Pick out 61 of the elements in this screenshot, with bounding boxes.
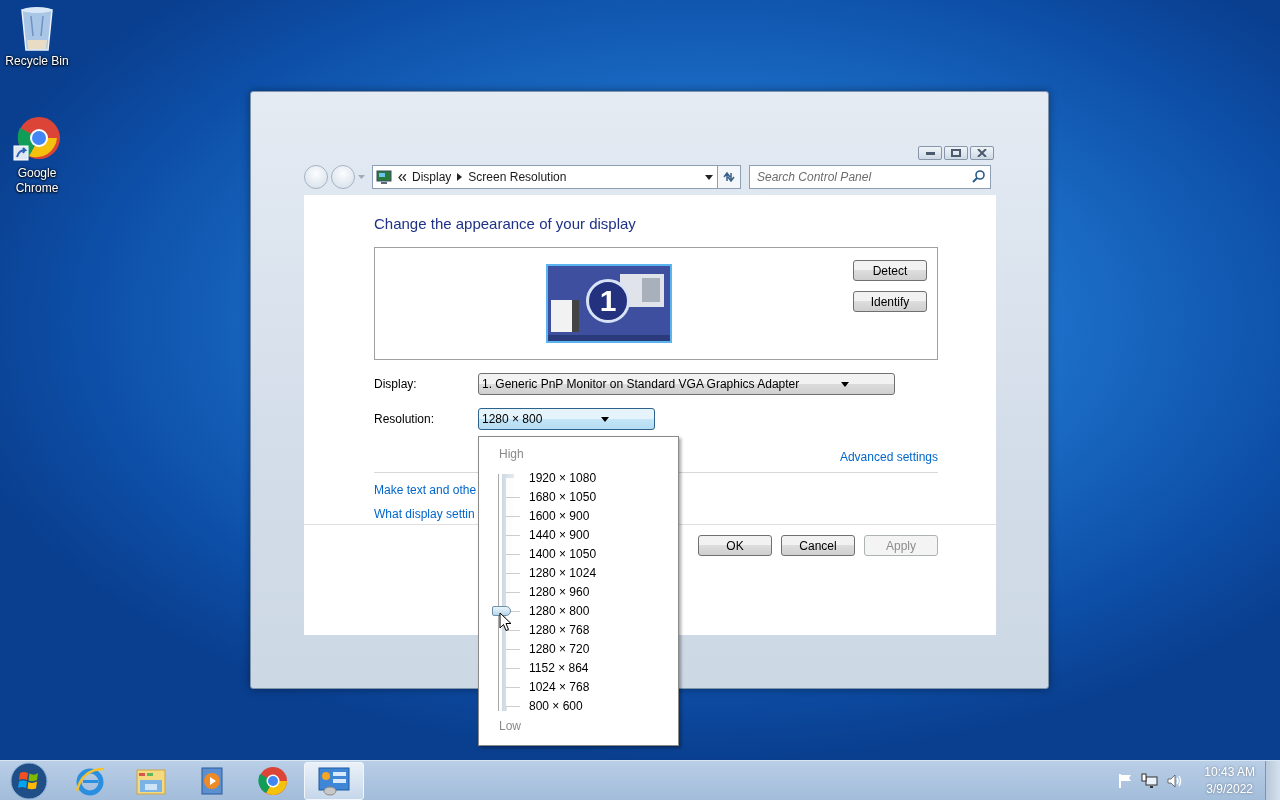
- refresh-button[interactable]: [718, 165, 741, 189]
- help-link[interactable]: Make text and othe: [374, 483, 477, 497]
- refresh-icon: [722, 171, 736, 183]
- recycle-bin-icon: [19, 6, 55, 52]
- maximize-icon: [951, 149, 961, 157]
- browser-icon: [257, 764, 289, 797]
- dropdown[interactable]: 1. Generic PnP Monitor on Standard VGA Graphics Adapter: [478, 373, 895, 395]
- caret-icon: [705, 174, 713, 180]
- close-icon: [977, 149, 987, 157]
- resolution-option[interactable]: 1400 × 1050: [529, 545, 597, 564]
- monitor-icon: [376, 169, 392, 185]
- play-icon: [199, 765, 225, 796]
- resolution-option[interactable]: 800 × 600: [529, 697, 597, 716]
- breadcrumb[interactable]: Screen Resolution: [468, 170, 567, 184]
- maximize-button[interactable]: [944, 146, 968, 160]
- search-field[interactable]: Search Control Panel: [749, 165, 991, 189]
- caret-icon: [358, 175, 365, 179]
- breadcrumb[interactable]: Display: [412, 170, 452, 184]
- advanced-settings-link[interactable]: Advanced settings: [839, 450, 938, 464]
- side-button[interactable]: Detect: [853, 260, 927, 281]
- resolution-option[interactable]: 1280 × 720: [529, 640, 597, 659]
- scale-label: High: [498, 446, 525, 463]
- resolution-slider[interactable]: 1920 × 1080 1680 × 1050 1600 × 900 1440 × 900 1400 × 1050 1280 × 1024 1280 × 960 1280 × 800 1280 × 768 1280 × 720 1152 × 864 1024 × 768 800 × 600: [479, 469, 678, 716]
- caret-icon: [601, 416, 609, 422]
- dropdown[interactable]: 1280 × 800: [478, 408, 655, 430]
- field-label: Resolution:: [374, 412, 436, 426]
- caret-icon: [841, 381, 849, 387]
- taskbar-button[interactable]: [304, 761, 364, 800]
- field-label: Display:: [374, 377, 418, 391]
- minimize-button[interactable]: [918, 146, 942, 160]
- cursor-icon: [499, 612, 512, 632]
- display-thumbnail[interactable]: 1: [546, 264, 672, 343]
- resolution-option[interactable]: 1152 × 864: [529, 659, 597, 678]
- desktop-icon-label[interactable]: Google Chrome: [0, 166, 74, 196]
- page-heading: Change the appearance of your display: [374, 215, 637, 234]
- close-button[interactable]: [970, 146, 994, 160]
- resolution-option[interactable]: 1280 × 800: [529, 602, 597, 621]
- network-icon[interactable]: [1141, 772, 1159, 789]
- windows-logo-icon: [10, 761, 48, 800]
- chevron-icon: [398, 173, 406, 181]
- desktop-icon-label[interactable]: Recycle Bin: [5, 54, 69, 69]
- resolution-option[interactable]: 1280 × 960: [529, 583, 597, 602]
- minimize-icon: [925, 151, 935, 155]
- side-button[interactable]: Identify: [853, 291, 927, 312]
- breadcrumb-arrow-icon: [457, 173, 463, 181]
- scale-label: Low: [498, 718, 522, 735]
- dialog-button[interactable]: Cancel: [781, 535, 855, 556]
- resolution-option[interactable]: 1024 × 768: [529, 678, 597, 697]
- resolution-option[interactable]: 1440 × 900: [529, 526, 597, 545]
- volume-icon[interactable]: [1167, 773, 1184, 788]
- dialog-button[interactable]: OK: [698, 535, 772, 556]
- resolution-option[interactable]: 1600 × 900: [529, 507, 597, 526]
- resolution-option[interactable]: 1280 × 1024: [529, 564, 597, 583]
- resolution-option[interactable]: 1920 × 1080: [529, 469, 597, 488]
- address-bar[interactable]: Display Screen Resolution: [372, 165, 718, 189]
- help-link[interactable]: What display settin: [374, 507, 475, 521]
- resolution-option[interactable]: 1680 × 1050: [529, 488, 597, 507]
- search-icon: [972, 170, 985, 183]
- resolution-option[interactable]: 1280 × 768: [529, 621, 597, 640]
- chrome-icon: [13, 116, 61, 164]
- control-panel-icon: [317, 765, 351, 796]
